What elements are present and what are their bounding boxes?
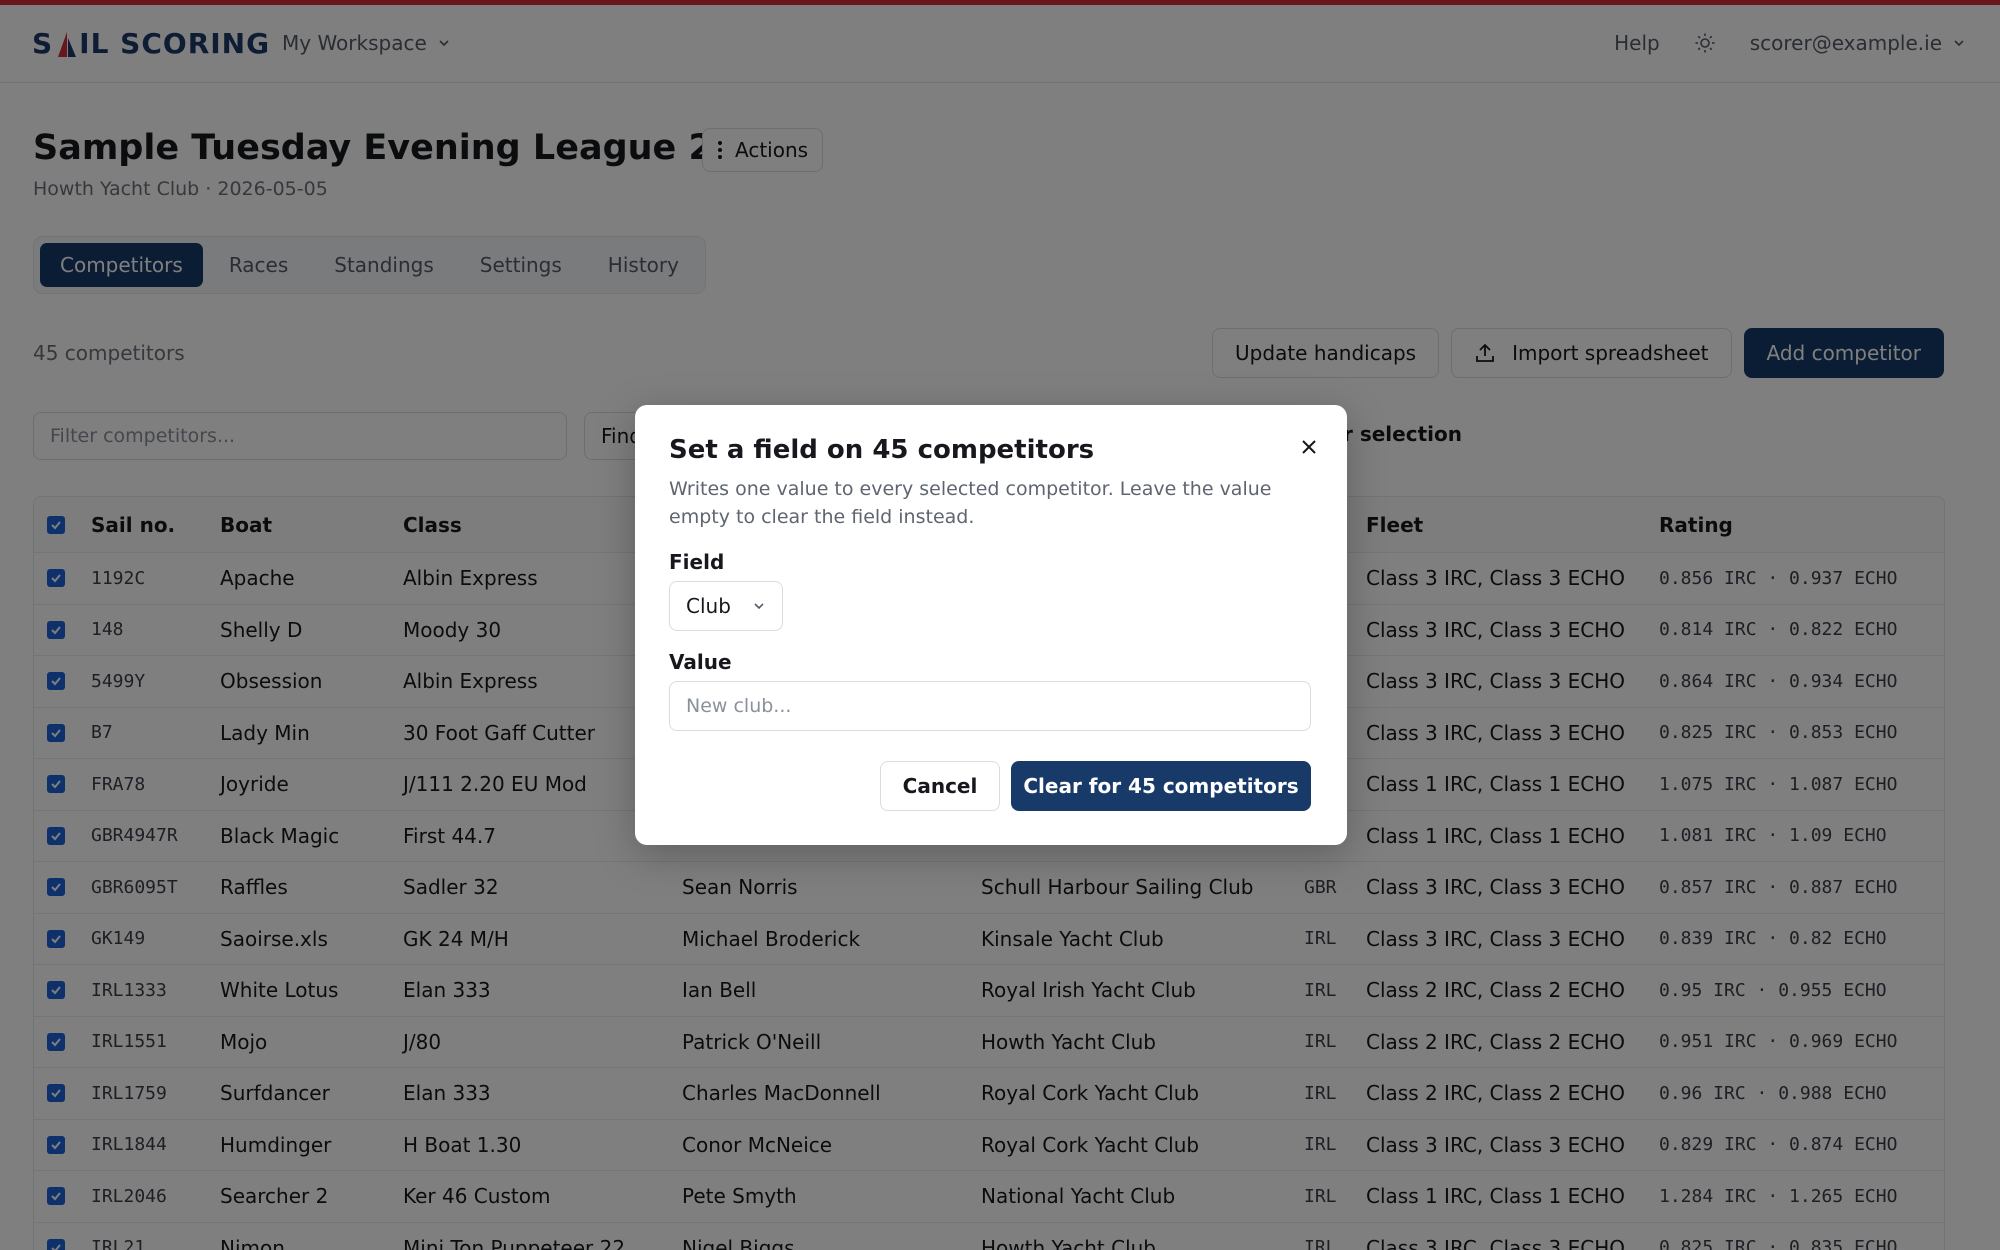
field-select-value: Club <box>686 594 731 618</box>
close-dialog-button[interactable] <box>1295 433 1323 461</box>
value-label: Value <box>669 650 732 674</box>
value-input[interactable] <box>669 681 1311 731</box>
dialog-description: Writes one value to every selected compe… <box>669 478 1272 528</box>
close-icon <box>1302 440 1316 454</box>
field-select[interactable]: Club <box>669 581 783 631</box>
field-label: Field <box>669 550 725 574</box>
dialog-title: Set a field on 45 competitors <box>669 435 1095 465</box>
set-field-dialog: Set a field on 45 competitors Writes one… <box>635 405 1347 845</box>
cancel-button[interactable]: Cancel <box>880 761 1000 811</box>
clear-for-competitors-button[interactable]: Clear for 45 competitors <box>1011 761 1311 811</box>
chevron-down-icon <box>754 603 764 610</box>
